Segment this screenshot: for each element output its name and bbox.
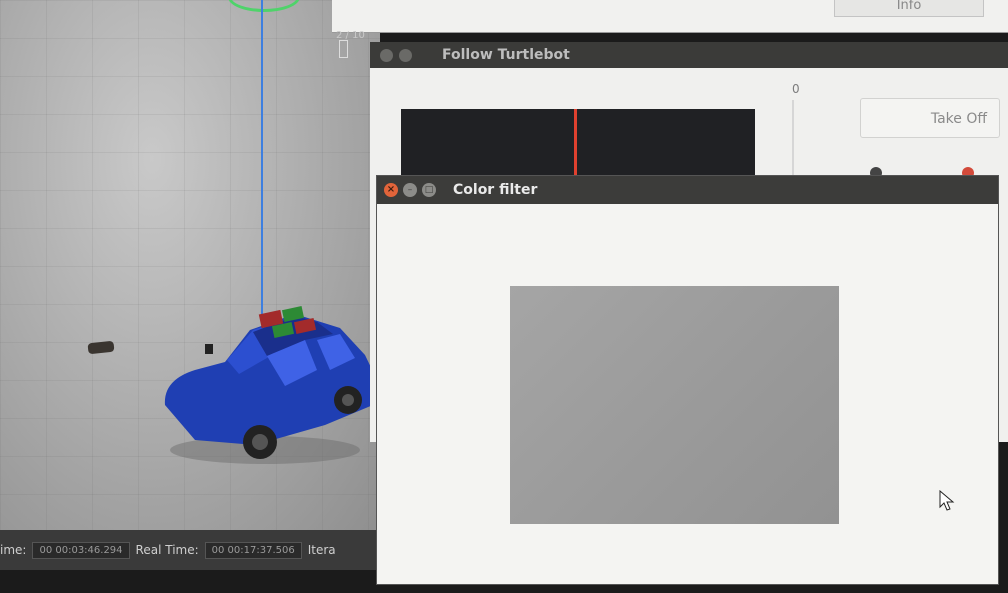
close-icon[interactable]: × — [384, 183, 398, 197]
sim-time-label: ime: — [0, 543, 27, 557]
minimize-icon[interactable]: – — [403, 183, 417, 197]
window-title: Color filter — [453, 182, 538, 198]
edit-box[interactable] — [339, 40, 348, 58]
sim-time-value: 00 00:03:46.294 — [32, 541, 130, 559]
slider-value: 0 — [792, 82, 800, 96]
minimize-icon[interactable] — [399, 48, 412, 62]
window-title: Follow Turtlebot — [442, 47, 570, 63]
real-time-value: 00 00:17:37.506 — [204, 541, 302, 559]
mouse-pointer-icon — [939, 490, 955, 511]
close-icon[interactable] — [380, 48, 393, 62]
car-model[interactable] — [155, 300, 380, 470]
filter-titlebar[interactable]: × – □ Color filter — [377, 176, 998, 204]
gazebo-3d-view[interactable] — [0, 0, 380, 530]
follow-titlebar[interactable]: Follow Turtlebot — [370, 42, 1008, 68]
z-axis-marker — [261, 0, 263, 320]
take-off-button[interactable]: Take Off — [860, 98, 1000, 138]
background-window: Info — [332, 0, 1008, 33]
info-button[interactable]: Info — [834, 0, 984, 17]
small-object-model[interactable] — [87, 340, 115, 355]
filtered-image — [510, 286, 839, 524]
translation-ring-marker[interactable] — [228, 0, 300, 12]
real-time-label: Real Time: — [135, 543, 199, 557]
iterations-label: Itera — [307, 543, 336, 557]
color-filter-window: × – □ Color filter — [377, 176, 998, 584]
maximize-icon[interactable]: □ — [422, 183, 436, 197]
gazebo-status-bar: ime: 00 00:03:46.294 Real Time: 00 00:17… — [0, 530, 380, 570]
